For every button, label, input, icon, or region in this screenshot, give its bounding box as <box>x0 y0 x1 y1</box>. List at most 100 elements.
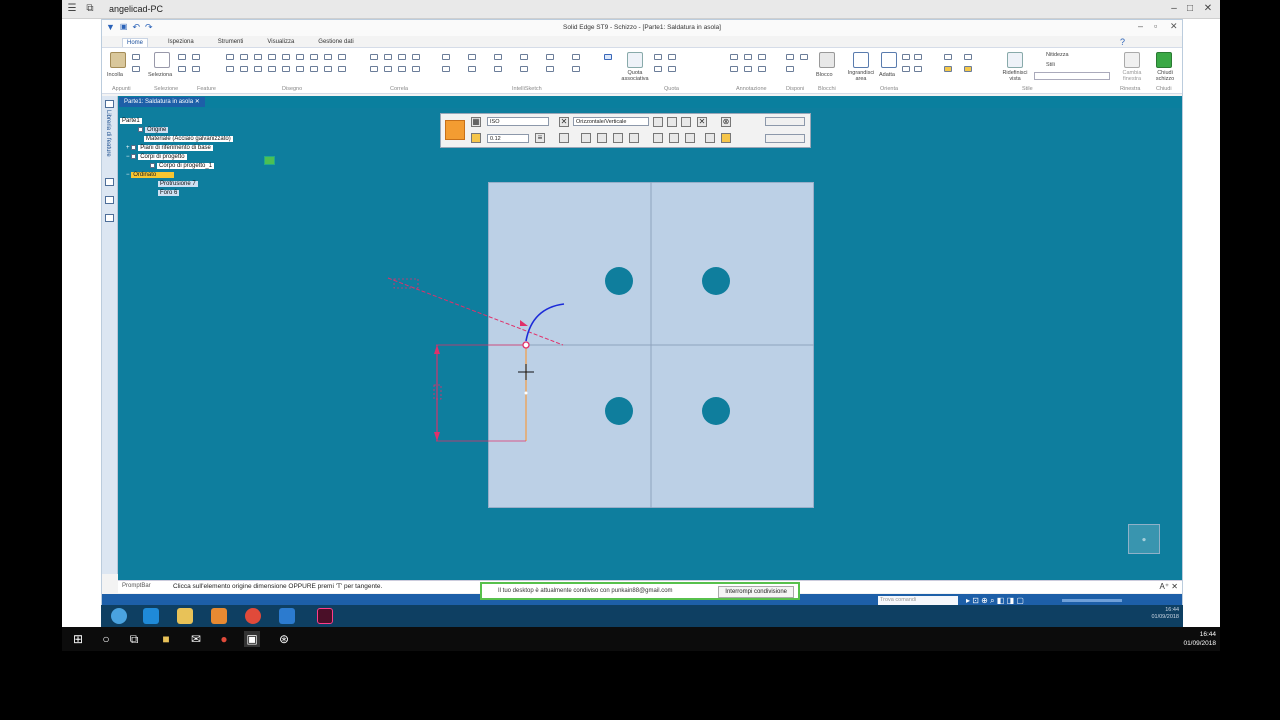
view-icon-3[interactable] <box>902 66 910 72</box>
feature-tool-icon-4[interactable] <box>192 66 200 72</box>
folder-icon[interactable] <box>177 608 193 624</box>
intellisketch-icon-2[interactable] <box>468 54 476 60</box>
close-icon[interactable]: ✕ <box>1202 3 1214 15</box>
dimension-tool-icon-2[interactable] <box>668 54 676 60</box>
app-close-icon[interactable]: ✕ <box>1170 21 1178 32</box>
view-icon-2[interactable] <box>914 54 922 60</box>
split-tool-icon[interactable] <box>324 54 332 60</box>
prompt-controls[interactable]: A⁺ ✕ <box>1160 582 1178 591</box>
rotate-tool-icon[interactable] <box>296 66 304 72</box>
tab-strumenti[interactable]: Strumenti <box>214 38 248 47</box>
tangent-relation-icon[interactable] <box>398 66 406 72</box>
maximize-icon[interactable]: □ <box>1184 3 1196 15</box>
dimension-tool-icon-1[interactable] <box>654 54 662 60</box>
curve-tool-icon[interactable] <box>268 54 276 60</box>
feature-tool-icon-1[interactable] <box>178 54 186 60</box>
tab-ispeziona[interactable]: Ispeziona <box>164 38 198 47</box>
annotation-icon-6[interactable] <box>758 66 766 72</box>
intellisketch-icon-4[interactable] <box>520 54 528 60</box>
start-orb-icon[interactable] <box>111 608 127 624</box>
paste-icon[interactable] <box>110 52 126 68</box>
fit-icon[interactable] <box>881 52 897 68</box>
layers-icon[interactable] <box>105 178 114 186</box>
app-minimize-icon[interactable]: – <box>1138 21 1143 31</box>
intellisketch-icon-8[interactable] <box>468 66 476 72</box>
styles-label[interactable]: Stili <box>1046 62 1055 68</box>
tab-home[interactable]: Home <box>122 38 149 47</box>
solid-edge-icon[interactable] <box>279 608 295 624</box>
equal-relation-icon[interactable] <box>384 66 392 72</box>
tab-visualizza[interactable]: Visualizza <box>263 38 298 47</box>
minimize-icon[interactable]: – <box>1168 3 1180 15</box>
command-search-input[interactable]: Trova comandi <box>878 596 958 605</box>
help-icon[interactable]: ? <box>1120 37 1125 47</box>
search-icon[interactable]: ○ <box>98 631 114 647</box>
style-icon-2[interactable] <box>964 54 972 60</box>
view-icon-1[interactable] <box>902 54 910 60</box>
intellisketch-icon-1[interactable] <box>442 54 450 60</box>
trim-tool-icon[interactable] <box>296 54 304 60</box>
mail-icon[interactable]: ✉ <box>188 631 204 647</box>
menu-icon[interactable]: ☰ <box>66 3 78 15</box>
app-restore-icon[interactable]: ▫ <box>1154 21 1157 31</box>
intellisketch-icon-5[interactable] <box>546 54 554 60</box>
rectangle-tool-icon[interactable] <box>226 66 234 72</box>
arrange-icon-2[interactable] <box>800 54 808 60</box>
point-tool-icon[interactable] <box>268 66 276 72</box>
annotation-icon-3[interactable] <box>758 54 766 60</box>
chrome-icon[interactable] <box>245 608 261 624</box>
block-icon[interactable] <box>819 52 835 68</box>
system-clock[interactable]: 16:44 01/09/2018 <box>1183 630 1216 648</box>
close-sketch-icon[interactable] <box>1156 52 1172 68</box>
file-explorer-icon[interactable]: ■ <box>158 631 174 647</box>
graphics-window[interactable]: Parte1 Origine Materiale (Acciaio galvan… <box>118 108 1182 580</box>
annotation-icon-1[interactable] <box>730 54 738 60</box>
associative-dimension-icon[interactable] <box>627 52 643 68</box>
cut-icon[interactable] <box>132 54 140 60</box>
feature-library-label[interactable]: Libreria di feature <box>105 110 111 157</box>
copy-icon[interactable] <box>132 66 140 72</box>
polygon-tool-icon[interactable] <box>240 66 248 72</box>
ie-icon[interactable] <box>143 608 159 624</box>
annotation-icon-5[interactable] <box>744 66 752 72</box>
line-tool-icon[interactable] <box>226 54 234 60</box>
intellisketch-icon-11[interactable] <box>546 66 554 72</box>
remote-desktop-icon[interactable]: ▣ <box>244 631 260 647</box>
move-tool-icon[interactable] <box>324 66 332 72</box>
annotation-icon-2[interactable] <box>744 54 752 60</box>
windows-start-icon[interactable]: ⊞ <box>70 631 86 647</box>
lock-relation-icon[interactable] <box>412 66 420 72</box>
arrange-icon-1[interactable] <box>786 54 794 60</box>
document-tab-close-icon[interactable]: ✕ <box>195 99 200 105</box>
intellisketch-icon-6[interactable] <box>572 54 580 60</box>
annotation-icon-4[interactable] <box>730 66 738 72</box>
scale-tool-icon[interactable] <box>310 66 318 72</box>
concentric-relation-icon[interactable] <box>384 54 392 60</box>
feature-tool-icon-2[interactable] <box>178 66 186 72</box>
stop-sharing-button[interactable]: Interrompi condivisione <box>718 586 794 598</box>
style-dropdown[interactable] <box>1034 72 1110 80</box>
sensors-icon[interactable] <box>105 196 114 204</box>
ellipse-tool-icon[interactable] <box>254 66 262 72</box>
mirror-tool-icon[interactable] <box>282 66 290 72</box>
style-icon-1[interactable] <box>944 54 952 60</box>
intellisketch-icon-12[interactable] <box>572 66 580 72</box>
collinear-relation-icon[interactable] <box>370 66 378 72</box>
switch-window-icon[interactable] <box>1124 52 1140 68</box>
circle-tool-icon[interactable] <box>254 54 262 60</box>
zoom-slider[interactable] <box>1062 599 1122 602</box>
smart-dimension-icon[interactable] <box>604 54 612 60</box>
pathfinder-icon[interactable] <box>105 100 114 108</box>
indesign-icon[interactable] <box>317 608 333 624</box>
parallel-relation-icon[interactable] <box>412 54 420 60</box>
shading-icon[interactable] <box>944 66 952 72</box>
arc-tool-icon[interactable] <box>240 54 248 60</box>
rotation-cube-widget[interactable]: ⊕ <box>1128 524 1160 554</box>
extend-tool-icon[interactable] <box>310 54 318 60</box>
intellisketch-icon-7[interactable] <box>442 66 450 72</box>
horizontal-relation-icon[interactable] <box>398 54 406 60</box>
media-player-icon[interactable] <box>211 608 227 624</box>
app-icon[interactable]: ⊛ <box>276 631 292 647</box>
intellisketch-icon-10[interactable] <box>520 66 528 72</box>
zoom-area-icon[interactable] <box>853 52 869 68</box>
